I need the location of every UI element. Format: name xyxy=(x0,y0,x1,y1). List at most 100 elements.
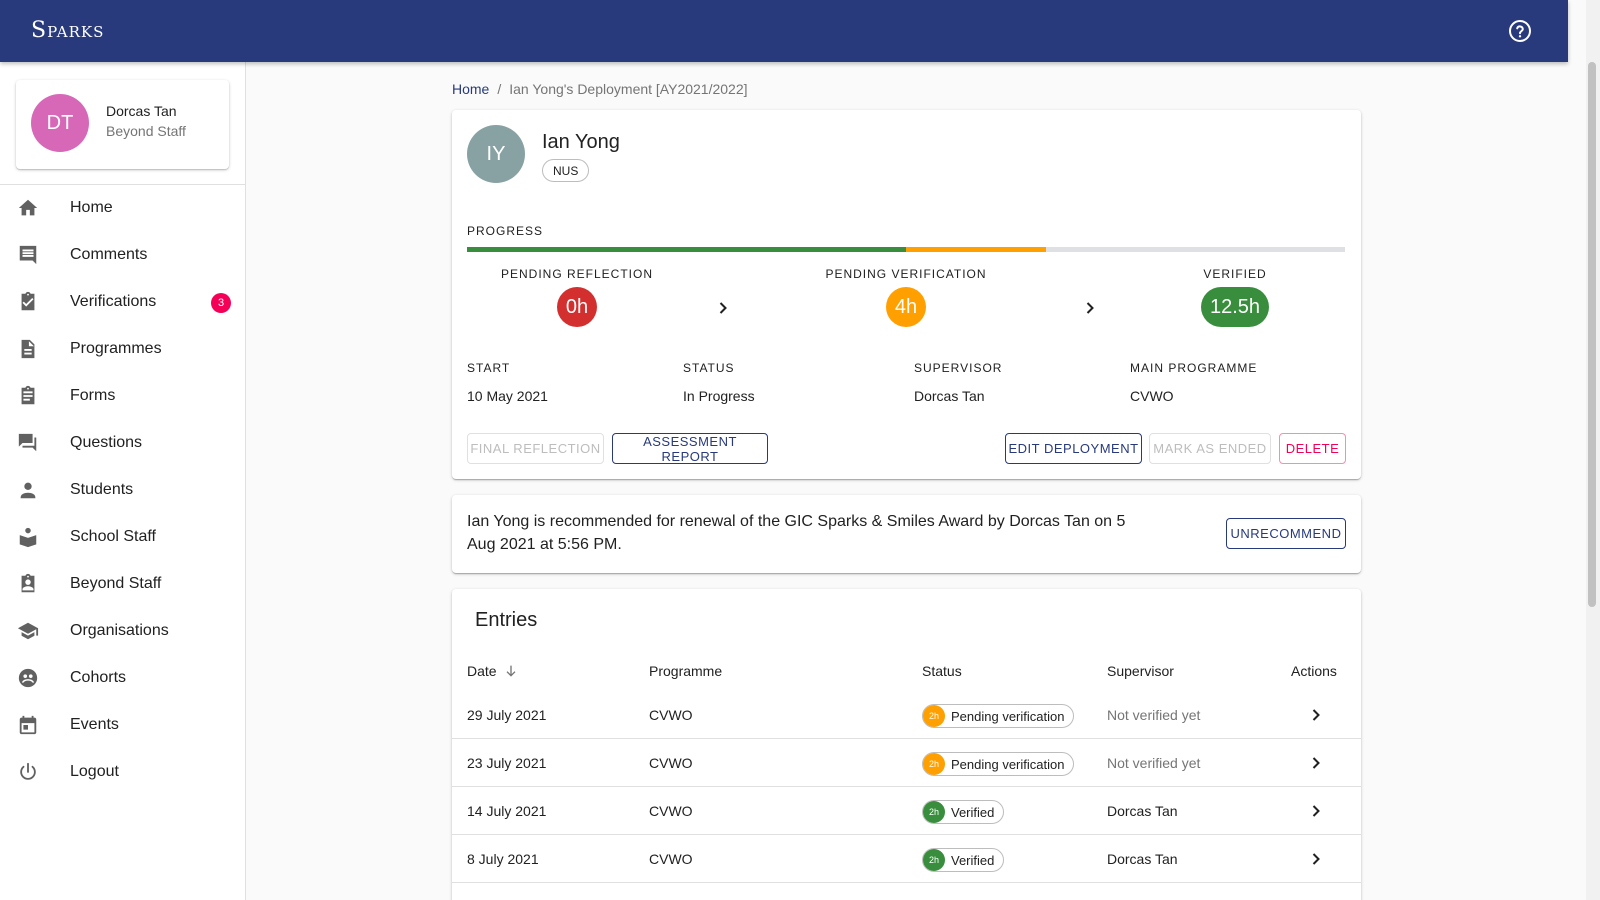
sidebar-item-students[interactable]: Students xyxy=(0,467,245,514)
status-chip: 2h Pending verification xyxy=(922,752,1075,776)
entry-programme: CVWO xyxy=(649,755,693,771)
sidebar-item-label: Logout xyxy=(70,763,119,780)
info-label: Status xyxy=(683,361,735,375)
sidebar-item-label: Home xyxy=(70,199,113,216)
sidebar-item-logout[interactable]: Logout xyxy=(0,749,245,796)
progress-bar xyxy=(467,247,1345,252)
sidebar-item-school-staff[interactable]: School Staff xyxy=(0,514,245,561)
comment-icon xyxy=(19,245,37,265)
sidebar-item-questions[interactable]: Questions xyxy=(0,420,245,467)
column-header-programme: Programme xyxy=(649,663,723,679)
student-name: Ian Yong xyxy=(542,131,620,153)
info-value: CVWO xyxy=(1130,388,1174,404)
info-value: Dorcas Tan xyxy=(914,388,985,404)
sidebar-item-forms[interactable]: Forms xyxy=(0,373,245,420)
breadcrumb-separator: / xyxy=(497,81,502,97)
column-header-supervisor: Supervisor xyxy=(1107,663,1174,679)
chevron-right-icon[interactable] xyxy=(1306,849,1326,869)
chevron-right-icon[interactable] xyxy=(1306,753,1326,773)
sidebar-item-label: Events xyxy=(70,716,119,733)
status-hours: 2h xyxy=(923,753,945,775)
entry-date: 29 July 2021 xyxy=(467,707,547,723)
sidebar-item-programmes[interactable]: Programmes xyxy=(0,326,245,373)
sidebar-item-home[interactable]: Home xyxy=(0,185,245,232)
stage-label: Pending Verification xyxy=(825,267,987,281)
info-label: Start xyxy=(467,361,511,375)
profile-role: Beyond Staff xyxy=(106,123,186,139)
info-value: 10 May 2021 xyxy=(467,388,548,404)
column-header-actions: Actions xyxy=(1291,663,1337,679)
profile-name: Dorcas Tan xyxy=(106,103,177,119)
edit-deployment-button[interactable]: Edit Deployment xyxy=(1005,433,1142,464)
calendar-icon xyxy=(19,715,37,735)
sidebar-item-cohorts[interactable]: Cohorts xyxy=(0,655,245,702)
clipboard-icon xyxy=(21,385,35,405)
app-brand[interactable]: Sparks xyxy=(31,18,104,43)
sidebar-item-label: Beyond Staff xyxy=(70,575,162,592)
help-icon[interactable] xyxy=(1508,19,1532,43)
sidebar-item-label: Programmes xyxy=(70,340,162,357)
stage-hours-chip: 0h xyxy=(556,287,598,327)
status-label: Verified xyxy=(951,804,995,820)
status-chip: 2h Pending verification xyxy=(922,704,1075,728)
document-icon xyxy=(21,339,35,359)
forum-icon xyxy=(18,433,37,452)
unrecommend-button[interactable]: Unrecommend xyxy=(1226,518,1346,549)
sidebar-item-comments[interactable]: Comments xyxy=(0,232,245,279)
school-chip: NUS xyxy=(542,159,590,182)
chevron-right-icon[interactable] xyxy=(1306,705,1326,725)
assignment-check-icon xyxy=(21,291,35,311)
sidebar-item-organisations[interactable]: Organisations xyxy=(0,608,245,655)
mark-as-ended-button[interactable]: Mark as ended xyxy=(1149,433,1271,464)
info-label: Main Programme xyxy=(1130,361,1258,375)
status-hours: 2h xyxy=(923,849,945,871)
chevron-right-icon xyxy=(719,302,727,314)
student-avatar: IY xyxy=(467,125,525,183)
progress-verified-segment xyxy=(467,247,906,252)
assessment-report-button[interactable]: Assessment Report xyxy=(612,433,768,464)
sidebar-item-beyond-staff[interactable]: Beyond Staff xyxy=(0,561,245,608)
chevron-right-icon xyxy=(1086,302,1094,314)
table-row[interactable]: 29 July 2021 CVWO 2h Pending verificatio… xyxy=(452,691,1361,739)
sidebar-item-label: School Staff xyxy=(70,528,156,545)
delete-button[interactable]: Delete xyxy=(1279,433,1346,464)
sidebar-item-label: Students xyxy=(70,481,134,498)
entry-programme: CVWO xyxy=(649,803,693,819)
breadcrumb-home-link[interactable]: Home xyxy=(452,81,489,97)
status-chip: 2h Verified xyxy=(922,800,1005,824)
status-hours: 2h xyxy=(923,705,945,727)
entry-date: 14 July 2021 xyxy=(467,803,547,819)
entry-programme: CVWO xyxy=(649,851,693,867)
sidebar-item-label: Questions xyxy=(70,434,143,451)
column-header-label: Date xyxy=(467,663,497,679)
progress-label: Progress xyxy=(467,224,544,238)
final-reflection-button[interactable]: Final Reflection xyxy=(467,433,604,464)
status-label: Verified xyxy=(951,852,995,868)
chevron-right-icon[interactable] xyxy=(1306,801,1326,821)
home-icon xyxy=(18,199,38,216)
profile-card[interactable]: DT Dorcas Tan Beyond Staff xyxy=(16,80,229,169)
table-row[interactable]: 8 July 2021 CVWO 2h Verified Dorcas Tan xyxy=(452,835,1361,883)
column-header-date[interactable]: Date xyxy=(467,663,519,679)
arrow-down-icon xyxy=(506,665,516,677)
sidebar: DT Dorcas Tan Beyond Staff Home Comments… xyxy=(0,62,246,900)
entry-supervisor: Not verified yet xyxy=(1107,755,1201,771)
stage-label: Pending Reflection xyxy=(500,267,653,281)
info-start: Start 10 May 2021 xyxy=(467,359,548,404)
group-icon xyxy=(18,668,38,688)
sidebar-nav: Home Comments Verifications 3 Programmes… xyxy=(0,185,245,796)
entry-supervisor: Not verified yet xyxy=(1107,707,1201,723)
stage-hours-chip: 4h xyxy=(885,287,927,327)
sidebar-item-label: Comments xyxy=(70,246,148,263)
power-icon xyxy=(20,762,36,780)
stage-verified: Verified 12.5h xyxy=(1175,267,1295,327)
scrollbar-thumb[interactable] xyxy=(1588,62,1596,607)
sidebar-item-verifications[interactable]: Verifications 3 xyxy=(0,279,245,326)
column-header-status: Status xyxy=(922,663,962,679)
entry-supervisor: Dorcas Tan xyxy=(1107,851,1178,867)
table-row[interactable]: 14 July 2021 CVWO 2h Verified Dorcas Tan xyxy=(452,787,1361,835)
sidebar-item-events[interactable]: Events xyxy=(0,702,245,749)
recommendation-text: Ian Yong is recommended for renewal of t… xyxy=(467,513,1126,553)
table-row[interactable]: 23 July 2021 CVWO 2h Pending verificatio… xyxy=(452,739,1361,787)
recommendation-card: Ian Yong is recommended for renewal of t… xyxy=(452,495,1361,573)
